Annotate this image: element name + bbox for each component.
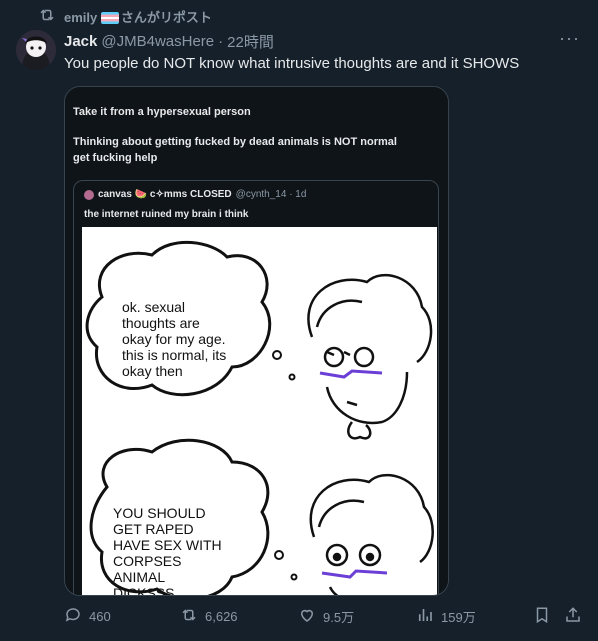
- comic-text-panel-2: YOU SHOULD GET RAPED HAVE SEX WITH CORPS…: [113, 505, 222, 596]
- like-button[interactable]: 9.5万: [298, 606, 354, 627]
- screenshot-image: Take it from a hypersexual person Thinki…: [65, 87, 448, 595]
- bookmark-icon: [533, 606, 551, 627]
- trans-flag-icon: [100, 12, 119, 25]
- inner-quote-header: canvas 🍉 c✧mms CLOSED @cynth_14 · 1d: [84, 189, 306, 200]
- reply-count: 460: [89, 609, 111, 624]
- comic-image: ok. sexual thoughts are okay for my age.…: [82, 227, 437, 596]
- inner-quote-text: the internet ruined my brain i think: [84, 209, 249, 220]
- tweet-media-image[interactable]: Take it from a hypersexual person Thinki…: [64, 86, 449, 596]
- inner-quote-handle-time: @cynth_14 · 1d: [235, 189, 307, 200]
- image-text-line-1: Take it from a hypersexual person: [73, 106, 251, 118]
- comic-character-2: [309, 473, 434, 595]
- author-name[interactable]: Jack: [64, 33, 97, 50]
- share-icon: [564, 606, 582, 627]
- separator-dot: ·: [218, 33, 224, 50]
- views-button[interactable]: 159万: [416, 606, 476, 627]
- repost-indicator[interactable]: emily さんがリポスト: [38, 6, 212, 26]
- inner-quote-user: canvas 🍉 c✧mms CLOSED: [98, 189, 232, 200]
- repost-icon: [38, 6, 56, 27]
- author-handle[interactable]: @JMB4wasHere: [101, 33, 214, 50]
- action-bar: 460 6,626 9.5万 159万: [0, 606, 598, 632]
- image-text-line-2: Thinking about getting fucked by dead an…: [73, 136, 397, 148]
- image-text-line-3: get fucking help: [73, 152, 158, 164]
- share-button[interactable]: [564, 606, 582, 627]
- inner-avatar-icon: [84, 189, 94, 200]
- tweet-text: You people do NOT know what intrusive th…: [64, 55, 520, 72]
- repost-count: 6,626: [205, 609, 238, 624]
- repost-icon: [180, 606, 198, 627]
- tweet-header: Jack @JMB4wasHere · 22時間: [64, 31, 274, 52]
- comic-character-1: [307, 273, 433, 440]
- avatar[interactable]: [16, 30, 56, 70]
- timestamp[interactable]: 22時間: [227, 31, 274, 52]
- like-count: 9.5万: [323, 610, 355, 625]
- comic-text-panel-1: ok. sexual thoughts are okay for my age.…: [122, 299, 227, 379]
- repost-button[interactable]: 6,626: [180, 606, 238, 627]
- reply-button[interactable]: 460: [64, 606, 111, 627]
- views-count: 159万: [441, 610, 476, 625]
- views-icon: [416, 606, 434, 627]
- reposter-name[interactable]: emily: [64, 10, 97, 25]
- inner-quote-tweet: canvas 🍉 c✧mms CLOSED @cynth_14 · 1d the…: [73, 180, 439, 596]
- repost-suffix: さんがリポスト: [120, 9, 212, 25]
- bookmark-button[interactable]: [533, 606, 551, 627]
- more-options-icon[interactable]: ···: [559, 28, 580, 49]
- reply-icon: [64, 606, 82, 627]
- like-icon: [298, 606, 316, 627]
